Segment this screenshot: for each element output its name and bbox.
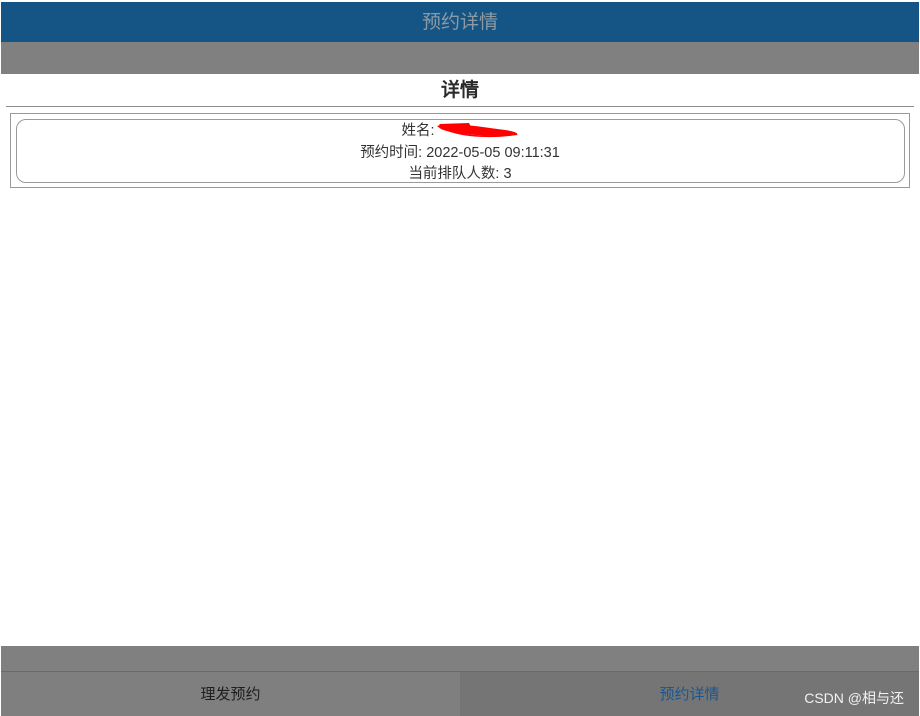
section-title: 详情 bbox=[440, 79, 479, 101]
name-row: 姓名: bbox=[0, 121, 920, 141]
redaction-scribble-icon bbox=[436, 122, 517, 137]
footer-strip bbox=[1, 646, 919, 671]
queue-count: 当前排队人数: 3 bbox=[408, 166, 512, 182]
tab-haircut-booking[interactable]: 理发预约 bbox=[1, 672, 460, 716]
section-divider bbox=[6, 106, 914, 107]
watermark: CSDN @相与还 bbox=[804, 690, 904, 706]
header-title: 预约详情 bbox=[421, 11, 498, 33]
name-label: 姓名: bbox=[401, 123, 435, 139]
header-bar: 预约详情 bbox=[1, 2, 919, 42]
appointment-time: 预约时间: 2022-05-05 09:11:31 bbox=[360, 145, 560, 161]
tab-haircut-booking-label: 理发预约 bbox=[200, 685, 261, 703]
app-frame: 预约详情 详情 姓名: 预约时间: 2022-05-05 09:11:31 当前… bbox=[0, 0, 920, 716]
header-sub-strip bbox=[1, 42, 919, 74]
tab-booking-details-label: 预约详情 bbox=[659, 685, 720, 703]
